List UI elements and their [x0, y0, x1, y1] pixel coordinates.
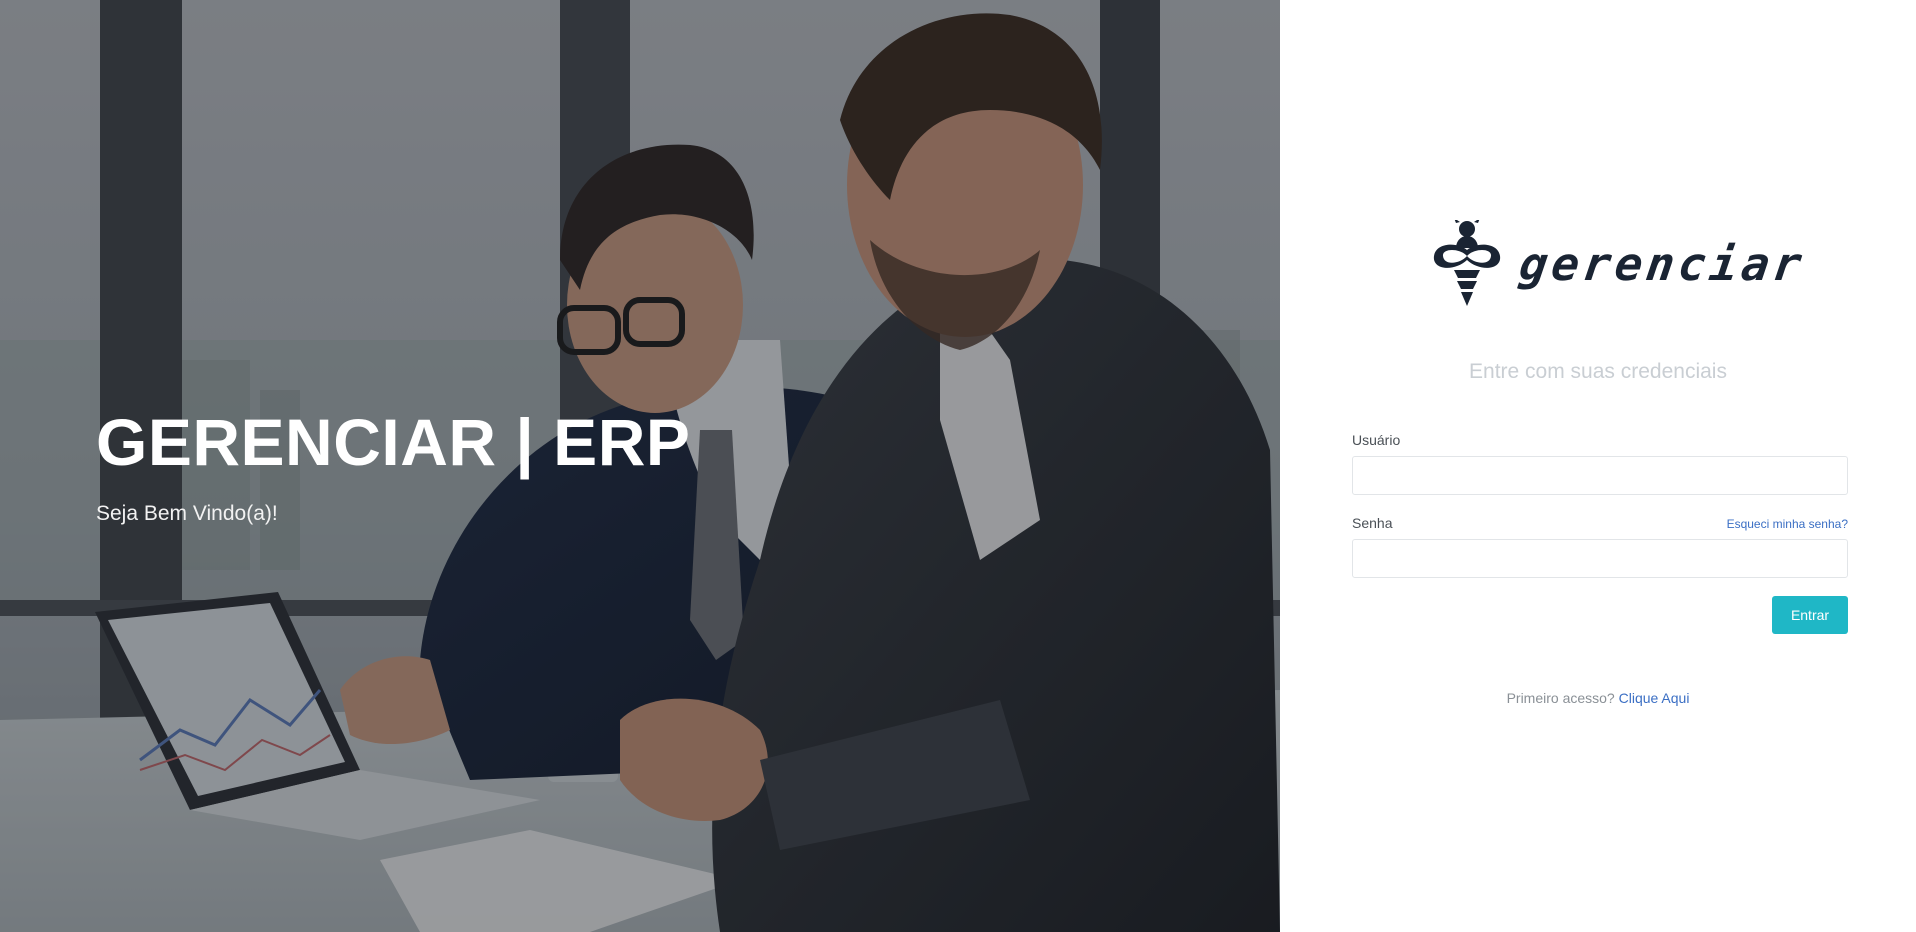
- forgot-password-link[interactable]: Esqueci minha senha?: [1727, 517, 1848, 531]
- submit-row: Entrar: [1352, 596, 1848, 634]
- password-input[interactable]: [1352, 539, 1848, 578]
- login-button[interactable]: Entrar: [1772, 596, 1848, 634]
- login-form: Usuário Senha Esqueci minha senha? Entra…: [1352, 432, 1848, 634]
- login-page: GERENCIAR | ERP Seja Bem Vindo(a)! geren…: [0, 0, 1916, 932]
- first-access-link[interactable]: Clique Aqui: [1619, 690, 1690, 706]
- username-input[interactable]: [1352, 456, 1848, 495]
- hero-subtitle: Seja Bem Vindo(a)!: [96, 502, 278, 525]
- username-group: Usuário: [1352, 432, 1848, 495]
- login-panel: gerenciar Entre com suas credenciais Usu…: [1280, 0, 1916, 932]
- brand-logo-text: gerenciar: [1516, 237, 1810, 291]
- password-group: Senha Esqueci minha senha?: [1352, 515, 1848, 578]
- hero-section: GERENCIAR | ERP Seja Bem Vindo(a)!: [0, 0, 1280, 932]
- first-access-text: Primeiro acesso?: [1506, 690, 1615, 706]
- username-label: Usuário: [1352, 432, 1401, 448]
- bee-infinity-icon: [1433, 220, 1501, 306]
- brand-logo: gerenciar: [1430, 220, 1809, 308]
- hero-title: GERENCIAR | ERP: [96, 405, 691, 479]
- first-access-line: Primeiro acesso? Clique Aqui: [1280, 690, 1916, 706]
- credentials-heading: Entre com suas credenciais: [1469, 360, 1727, 383]
- password-label-row: Senha Esqueci minha senha?: [1352, 515, 1848, 531]
- hero-text-block: GERENCIAR | ERP Seja Bem Vindo(a)!: [96, 404, 690, 526]
- password-label: Senha: [1352, 515, 1393, 531]
